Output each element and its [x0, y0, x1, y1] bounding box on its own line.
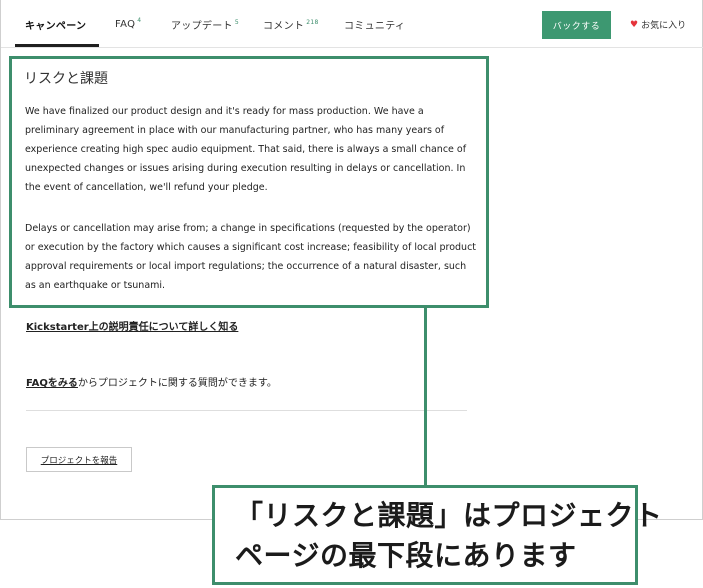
tab-campaign[interactable]: キャンペーン: [25, 17, 86, 32]
accountability-link[interactable]: Kickstarter上の説明責任について詳しく知る: [26, 318, 238, 333]
faq-line: FAQをみるからプロジェクトに関する質問ができます。: [26, 374, 277, 389]
risk-title: リスクと課題: [24, 71, 108, 87]
risk-section-highlight: リスクと課題 We have finalized our product des…: [9, 56, 489, 308]
favorite-label: お気に入り: [641, 21, 687, 31]
callout-box: 「リスクと課題」はプロジェクト ページの最下段にあります: [212, 485, 663, 585]
callout-line-2: ページの最下段にあります: [235, 539, 577, 572]
tab-faq-label: FAQ: [115, 19, 136, 30]
tab-updates-count: 5: [234, 19, 239, 26]
tab-faq[interactable]: FAQ 4: [115, 17, 141, 30]
favorite-button[interactable]: ♥ お気に入り: [630, 18, 687, 32]
risk-paragraph-2: Delays or cancellation may arise from; a…: [25, 223, 477, 291]
tab-campaign-label: キャンペーン: [25, 21, 87, 32]
project-nav: キャンペーン FAQ 4 アップデート 5 コメント 218 コミュニティ バックする…: [1, 0, 703, 48]
faq-suffix: からプロジェクトに関する質問ができます。: [77, 378, 277, 389]
active-tab-indicator: [15, 44, 99, 47]
tab-updates-label: アップデート: [171, 21, 233, 32]
faq-link[interactable]: FAQをみる: [26, 378, 78, 389]
tab-updates[interactable]: アップデート 5: [171, 17, 239, 32]
back-project-button[interactable]: バックする: [542, 11, 611, 39]
tab-comments-count: 218: [306, 19, 319, 26]
tab-comments[interactable]: コメント 218: [263, 17, 319, 32]
tab-faq-count: 4: [137, 17, 142, 24]
tab-comments-label: コメント: [263, 21, 305, 32]
divider: [26, 410, 467, 411]
tab-community-label: コミュニティ: [344, 21, 406, 32]
callout-connector: [424, 308, 427, 486]
report-project-button[interactable]: プロジェクトを報告: [26, 447, 132, 472]
risk-paragraph-1: We have finalized our product design and…: [25, 106, 467, 193]
callout-line-1: 「リスクと課題」はプロジェクト: [235, 499, 663, 532]
tab-community[interactable]: コミュニティ: [344, 17, 405, 32]
heart-icon: ♥: [630, 19, 639, 30]
